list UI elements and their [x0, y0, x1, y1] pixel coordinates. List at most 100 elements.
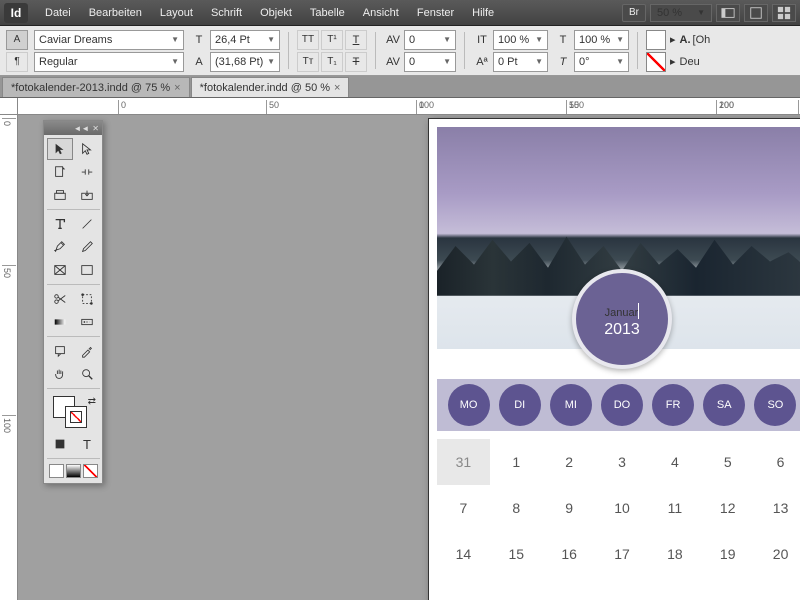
gradient-feather-tool-icon[interactable] — [74, 311, 100, 333]
content-collector-icon[interactable] — [47, 184, 73, 206]
pen-tool-icon[interactable] — [47, 236, 73, 258]
calendar-day[interactable]: 20 — [754, 531, 800, 577]
calendar-day[interactable]: 10 — [596, 485, 649, 531]
weekday-circle[interactable]: DI — [499, 384, 541, 426]
type-tool-icon[interactable] — [47, 213, 73, 235]
close-icon[interactable]: ✕ — [92, 124, 99, 133]
hand-tool-icon[interactable] — [47, 363, 73, 385]
rectangle-tool-icon[interactable] — [74, 259, 100, 281]
note-tool-icon[interactable] — [47, 340, 73, 362]
menu-tabelle[interactable]: Tabelle — [301, 7, 354, 19]
formatting-container-icon[interactable] — [47, 433, 73, 455]
arrange-icon[interactable] — [772, 4, 796, 22]
font-family-dropdown[interactable]: Caviar Dreams▼ — [34, 30, 184, 50]
paragraph-mode-icon[interactable]: ¶ — [6, 52, 28, 72]
calendar-day[interactable]: 1 — [490, 439, 543, 485]
calendar-day[interactable]: 15 — [490, 531, 543, 577]
weekday-circle[interactable]: MI — [550, 384, 592, 426]
font-size-input[interactable]: 26,4 Pt▼ — [210, 30, 280, 50]
month-text[interactable]: Januar — [605, 307, 639, 319]
apply-gradient-icon[interactable] — [66, 464, 81, 478]
view-options-icon[interactable] — [716, 4, 740, 22]
font-style-dropdown[interactable]: Regular▼ — [34, 52, 184, 72]
document-page[interactable]: Januar 2013 MODIMIDOFRSASO 3112345678910… — [428, 118, 800, 600]
year-text[interactable]: 2013 — [604, 321, 640, 339]
tools-panel[interactable]: ◄◄✕ ⇄ T — [43, 120, 103, 484]
calendar-grid[interactable]: 311234567891011121314151617181920 — [437, 439, 800, 577]
horizontal-ruler[interactable]: 050100150200050100150 — [18, 98, 800, 115]
calendar-day[interactable]: 18 — [648, 531, 701, 577]
line-tool-icon[interactable] — [74, 213, 100, 235]
weekday-circle[interactable]: SA — [703, 384, 745, 426]
fill-swatch[interactable] — [646, 30, 666, 50]
eyedropper-tool-icon[interactable] — [74, 340, 100, 362]
calendar-day[interactable]: 14 — [437, 531, 490, 577]
vscale-input[interactable]: 100 %▼ — [493, 30, 548, 50]
vertical-ruler[interactable]: 050100 — [0, 115, 18, 600]
menu-objekt[interactable]: Objekt — [251, 7, 301, 19]
calendar-day[interactable]: 4 — [648, 439, 701, 485]
free-transform-tool-icon[interactable] — [74, 288, 100, 310]
weekday-circle[interactable]: FR — [652, 384, 694, 426]
calendar-day[interactable]: 11 — [648, 485, 701, 531]
stroke-color-icon[interactable] — [65, 406, 87, 428]
character-mode-icon[interactable]: A — [6, 30, 28, 50]
calendar-day[interactable]: 12 — [701, 485, 754, 531]
bridge-button[interactable]: Br — [622, 4, 646, 22]
content-placer-icon[interactable] — [74, 184, 100, 206]
skew-input[interactable]: 0°▼ — [574, 52, 629, 72]
pencil-tool-icon[interactable] — [74, 236, 100, 258]
subscript-icon[interactable]: T₁ — [321, 52, 343, 72]
calendar-day[interactable]: 31 — [437, 439, 490, 485]
zoom-dropdown[interactable]: 50 %▼ — [650, 4, 712, 22]
superscript-icon[interactable]: T¹ — [321, 30, 343, 50]
weekday-circle[interactable]: SO — [754, 384, 796, 426]
rectangle-frame-tool-icon[interactable] — [47, 259, 73, 281]
allcaps-icon[interactable]: TT — [297, 30, 319, 50]
selection-tool-icon[interactable] — [47, 138, 73, 160]
menu-ansicht[interactable]: Ansicht — [354, 7, 408, 19]
month-badge[interactable]: Januar 2013 — [572, 269, 672, 369]
swap-colors-icon[interactable]: ⇄ — [88, 396, 96, 407]
tab-close-icon[interactable]: × — [334, 82, 340, 94]
weekday-circle[interactable]: MO — [448, 384, 490, 426]
page-tool-icon[interactable] — [47, 161, 73, 183]
calendar-day[interactable]: 16 — [543, 531, 596, 577]
formatting-text-icon[interactable]: T — [74, 433, 100, 455]
calendar-day[interactable]: 8 — [490, 485, 543, 531]
weekday-row[interactable]: MODIMIDOFRSASO — [437, 379, 800, 431]
calendar-day[interactable]: 7 — [437, 485, 490, 531]
screen-mode-icon[interactable] — [744, 4, 768, 22]
direct-selection-tool-icon[interactable] — [74, 138, 100, 160]
scissors-tool-icon[interactable] — [47, 288, 73, 310]
kerning-input[interactable]: 0▼ — [404, 30, 456, 50]
smallcaps-icon[interactable]: Tᴛ — [297, 52, 319, 72]
collapse-icon[interactable]: ◄◄ — [73, 124, 89, 133]
calendar-day[interactable]: 13 — [754, 485, 800, 531]
gradient-swatch-tool-icon[interactable] — [47, 311, 73, 333]
zoom-tool-icon[interactable] — [74, 363, 100, 385]
leading-input[interactable]: (31,68 Pt)▼ — [210, 52, 280, 72]
stroke-swatch[interactable] — [646, 52, 666, 72]
tab-close-icon[interactable]: × — [174, 82, 180, 94]
document-tab[interactable]: *fotokalender-2013.indd @ 75 %× — [2, 77, 190, 97]
calendar-day[interactable]: 9 — [543, 485, 596, 531]
tracking-input[interactable]: 0▼ — [404, 52, 456, 72]
hscale-input[interactable]: 100 %▼ — [574, 30, 629, 50]
strikethrough-icon[interactable]: T — [345, 52, 367, 72]
baseline-input[interactable]: 0 Pt▼ — [493, 52, 548, 72]
calendar-day[interactable]: 17 — [596, 531, 649, 577]
menu-hilfe[interactable]: Hilfe — [463, 7, 503, 19]
document-tab[interactable]: *fotokalender.indd @ 50 %× — [191, 77, 350, 97]
menu-bearbeiten[interactable]: Bearbeiten — [80, 7, 151, 19]
calendar-day[interactable]: 6 — [754, 439, 800, 485]
apply-none-icon[interactable] — [49, 464, 64, 478]
menu-layout[interactable]: Layout — [151, 7, 202, 19]
calendar-day[interactable]: 5 — [701, 439, 754, 485]
weekday-circle[interactable]: DO — [601, 384, 643, 426]
gap-tool-icon[interactable] — [74, 161, 100, 183]
menu-fenster[interactable]: Fenster — [408, 7, 463, 19]
canvas[interactable]: Januar 2013 MODIMIDOFRSASO 3112345678910… — [18, 115, 800, 600]
underline-icon[interactable]: T — [345, 30, 367, 50]
apply-color-icon[interactable] — [83, 464, 98, 478]
